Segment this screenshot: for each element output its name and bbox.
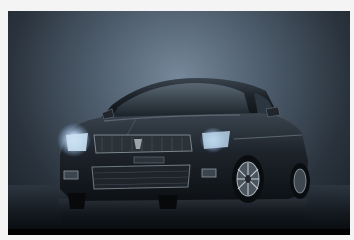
side-mirror-right <box>265 106 281 118</box>
side-mirror-left <box>101 108 115 120</box>
headlight-left <box>66 133 88 151</box>
car-reflection <box>58 199 308 225</box>
license-plate <box>133 156 165 164</box>
fog-lamp-left <box>63 170 79 180</box>
front-wheel-left-2 <box>158 195 178 209</box>
headlight-right <box>202 131 230 149</box>
windshield <box>112 83 250 117</box>
fog-lamp-right <box>201 168 217 178</box>
rear-wheel-right <box>290 163 310 199</box>
car-photo <box>8 11 350 235</box>
front-wheel-right <box>232 155 264 203</box>
upper-grille <box>93 134 193 154</box>
front-wheel-left <box>68 193 86 209</box>
bottom-edge <box>8 229 350 235</box>
car-illustration <box>57 77 310 225</box>
image-frame <box>0 0 354 240</box>
